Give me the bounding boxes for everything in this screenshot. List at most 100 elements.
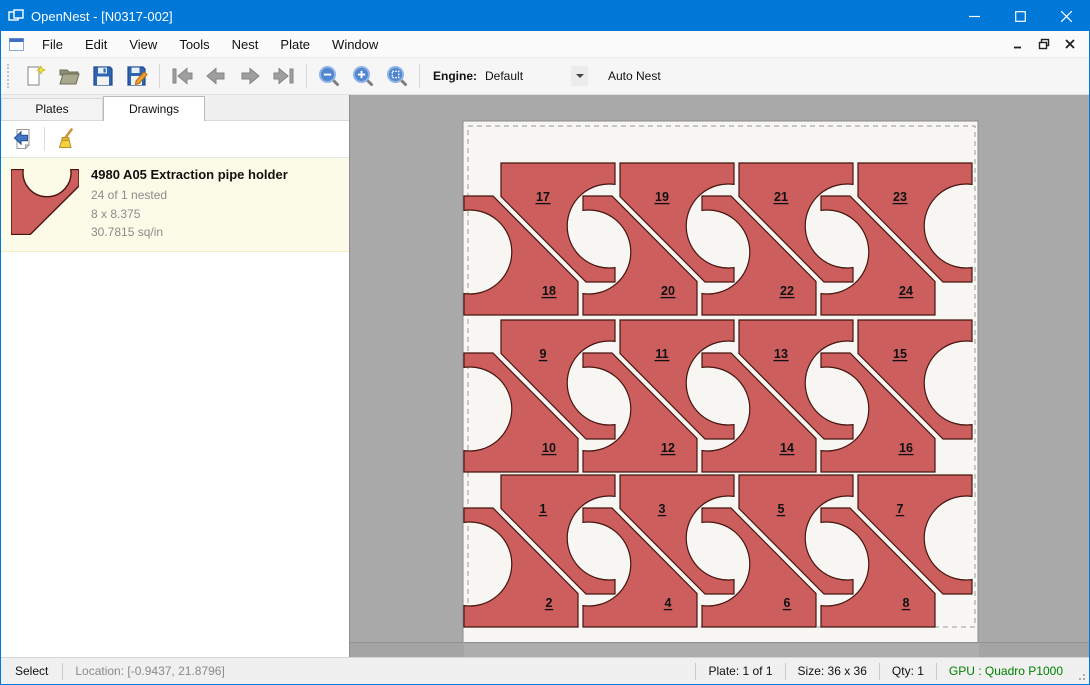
part-number-label: 7	[897, 502, 904, 516]
menu-view[interactable]: View	[118, 31, 168, 57]
part-thumbnail-shape	[11, 169, 79, 234]
open-folder-icon	[57, 64, 81, 88]
engine-combobox[interactable]: Default	[483, 65, 588, 87]
save-button[interactable]	[86, 61, 120, 91]
part-number-label: 10	[542, 441, 556, 455]
part-number-label: 11	[655, 347, 668, 361]
nest-plate-view[interactable]: 171819202122232491011121314151612345678	[350, 95, 1089, 643]
menu-file[interactable]: File	[31, 31, 74, 57]
drawing-list-empty-area[interactable]	[1, 252, 349, 657]
next-plate-button[interactable]	[233, 61, 267, 91]
app-window: OpenNest - [N0317-002] File Edit View To…	[0, 0, 1090, 685]
part-number-label: 4	[665, 596, 672, 610]
menu-plate[interactable]: Plate	[269, 31, 321, 57]
minimize-button[interactable]	[951, 1, 997, 31]
drawing-nested-count: 24 of 1 nested	[91, 186, 288, 205]
scrollbar-thumb[interactable]	[464, 644, 979, 657]
previous-plate-button[interactable]	[199, 61, 233, 91]
main-area: Plates Drawings	[1, 95, 1089, 657]
drawing-area: 30.7815 sq/in	[91, 223, 288, 242]
app-icon	[1, 8, 31, 24]
drawing-thumbnail	[11, 167, 79, 242]
zoom-out-button[interactable]	[312, 61, 346, 91]
horizontal-scrollbar[interactable]	[350, 642, 1089, 657]
qty-indicator: Qty: 1	[880, 664, 936, 678]
drawing-item-text: 4980 A05 Extraction pipe holder 24 of 1 …	[91, 167, 288, 242]
last-plate-button[interactable]	[267, 61, 301, 91]
part-number-label: 24	[899, 284, 913, 298]
part-number-label: 23	[893, 190, 907, 204]
part-number-label: 5	[778, 502, 785, 516]
broom-icon	[54, 127, 78, 151]
send-to-nest-button[interactable]	[7, 124, 39, 154]
zoom-out-icon	[317, 64, 341, 88]
plate-indicator: Plate: 1 of 1	[696, 664, 784, 678]
toolbar-separator	[159, 64, 160, 88]
part-number-label: 18	[542, 284, 556, 298]
next-arrow-icon	[237, 64, 263, 88]
first-arrow-icon	[169, 64, 195, 88]
save-as-icon	[125, 64, 149, 88]
drawings-toolbar	[1, 121, 349, 158]
tab-plates[interactable]: Plates	[1, 98, 103, 120]
menu-nest[interactable]: Nest	[221, 31, 270, 57]
zoom-in-button[interactable]	[346, 61, 380, 91]
toolbar-separator	[419, 64, 420, 88]
zoom-fit-icon	[385, 64, 409, 88]
gpu-indicator: GPU : Quadro P1000	[937, 664, 1075, 678]
mdi-close-button[interactable]	[1057, 33, 1083, 55]
part-number-label: 16	[899, 441, 913, 455]
chevron-down-icon	[576, 74, 584, 78]
menu-tools[interactable]: Tools	[168, 31, 220, 57]
part-number-label: 15	[893, 347, 907, 361]
part-number-label: 13	[774, 347, 788, 361]
part-number-label: 9	[540, 347, 547, 361]
clean-button[interactable]	[50, 124, 82, 154]
mode-indicator: Select	[1, 664, 62, 678]
mdi-minimize-button[interactable]	[1005, 33, 1031, 55]
engine-selected-value: Default	[483, 69, 569, 83]
main-toolbar: Engine: Default Auto Nest	[1, 58, 1089, 95]
size-indicator: Size: 36 x 36	[786, 664, 879, 678]
part-number-label: 22	[780, 284, 794, 298]
zoom-fit-button[interactable]	[380, 61, 414, 91]
menu-window[interactable]: Window	[321, 31, 389, 57]
new-button[interactable]	[18, 61, 52, 91]
part-number-label: 8	[903, 596, 910, 610]
toolbar-grip[interactable]	[7, 64, 14, 88]
nest-canvas[interactable]: 171819202122232491011121314151612345678	[349, 95, 1089, 657]
close-button[interactable]	[1043, 1, 1089, 31]
title-bar: OpenNest - [N0317-002]	[1, 1, 1089, 31]
part-number-label: 6	[784, 596, 791, 610]
panel-toolbar-separator	[44, 127, 45, 151]
cursor-location: Location: [-0.9437, 21.8796]	[63, 664, 236, 678]
panel-tabstrip: Plates Drawings	[1, 95, 349, 121]
part-number-label: 12	[661, 441, 675, 455]
drawing-list-item[interactable]: 4980 A05 Extraction pipe holder 24 of 1 …	[1, 158, 349, 252]
mdi-restore-button[interactable]	[1031, 33, 1057, 55]
tab-drawings[interactable]: Drawings	[103, 96, 205, 121]
part-number-label: 21	[774, 190, 788, 204]
engine-label: Engine:	[433, 69, 477, 83]
save-as-button[interactable]	[120, 61, 154, 91]
part-number-label: 3	[659, 502, 666, 516]
part-number-label: 20	[661, 284, 675, 298]
resize-grip[interactable]	[1075, 658, 1089, 684]
part-number-label: 2	[546, 596, 553, 610]
last-arrow-icon	[271, 64, 297, 88]
menu-edit[interactable]: Edit	[74, 31, 118, 57]
status-bar: Select Location: [-0.9437, 21.8796] Plat…	[1, 657, 1089, 684]
open-button[interactable]	[52, 61, 86, 91]
window-title: OpenNest - [N0317-002]	[31, 9, 173, 24]
part-number-label: 14	[780, 441, 794, 455]
auto-nest-button[interactable]: Auto Nest	[602, 66, 667, 86]
menu-bar: File Edit View Tools Nest Plate Window	[1, 31, 1089, 58]
engine-dropdown-button[interactable]	[571, 66, 588, 86]
part-number-label: 17	[536, 190, 550, 204]
zoom-in-icon	[351, 64, 375, 88]
first-plate-button[interactable]	[165, 61, 199, 91]
left-panel: Plates Drawings	[1, 95, 349, 657]
new-document-icon	[23, 64, 47, 88]
document-window-icon[interactable]	[1, 38, 31, 51]
maximize-button[interactable]	[997, 1, 1043, 31]
